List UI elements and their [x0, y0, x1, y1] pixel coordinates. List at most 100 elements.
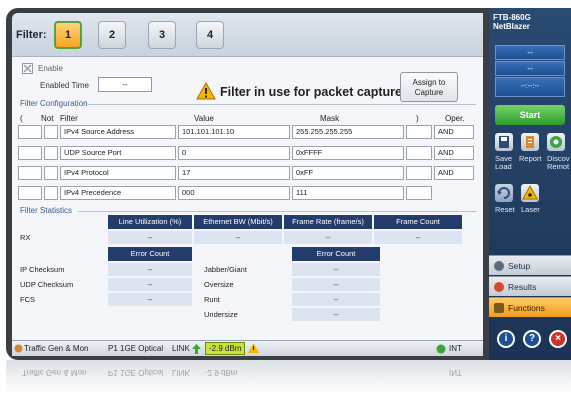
mask-field-cell[interactable]: 0xFF	[292, 166, 404, 180]
reset-icon[interactable]	[495, 184, 513, 202]
enable-checkbox[interactable]	[22, 63, 33, 74]
open-paren-cell[interactable]	[18, 125, 42, 139]
mask-field-cell[interactable]: 0xFFFF	[292, 146, 404, 160]
error-row-label: Runt	[204, 295, 220, 304]
oper-cell[interactable]: AND	[434, 146, 474, 160]
close-icon[interactable]: ×	[549, 330, 567, 348]
warning-message: Filter in use for packet capture	[220, 85, 402, 99]
assign-to-capture-button[interactable]: Assign to Capture	[400, 72, 458, 102]
functions-menu-button[interactable]: Functions	[489, 297, 571, 317]
info-icon[interactable]: i	[497, 330, 515, 348]
close-paren-cell[interactable]	[406, 166, 432, 180]
laser-icon[interactable]	[521, 184, 539, 202]
error-row-label: Undersize	[204, 310, 238, 319]
traffic-gen-icon	[14, 344, 23, 353]
gear-icon	[494, 261, 504, 271]
report-icon[interactable]	[521, 133, 539, 151]
right-control-panel: FTB-860G NetBlazer -- -- --:--:-- Start …	[489, 8, 571, 360]
error-row-value: --	[292, 308, 380, 321]
frame-count-header: Frame Count	[374, 215, 462, 229]
frame-rate-header: Frame Rate (frame/s)	[284, 215, 372, 229]
column-not: Not	[41, 114, 54, 123]
close-paren-cell[interactable]	[406, 186, 432, 200]
mask-field-cell[interactable]: 111	[292, 186, 404, 200]
filter-field-cell[interactable]: IPv4 Source Address	[60, 125, 176, 139]
value-field-cell[interactable]: 0	[178, 146, 290, 160]
link-up-arrow-icon	[192, 344, 201, 354]
error-row-value: --	[292, 293, 380, 306]
assign-label-line2: Capture	[414, 88, 444, 97]
open-paren-cell[interactable]	[18, 166, 42, 180]
not-checkbox[interactable]	[44, 125, 58, 139]
error-row-label: FCS	[20, 295, 35, 304]
filter-configuration-title: Filter Configuration	[20, 99, 88, 108]
value-field-cell[interactable]: 000	[178, 186, 290, 200]
filter-tab-2[interactable]: 2	[98, 21, 126, 49]
oper-cell[interactable]: AND	[434, 125, 474, 139]
rx-ethernet-bw: --	[194, 231, 282, 244]
device-family: NetBlazer	[493, 22, 530, 31]
not-checkbox[interactable]	[44, 166, 58, 180]
error-row-value: --	[292, 263, 380, 276]
not-checkbox[interactable]	[44, 146, 58, 160]
filter-tab-3[interactable]: 3	[148, 21, 176, 49]
open-paren-cell[interactable]	[18, 186, 42, 200]
filter-tab-1[interactable]: 1	[54, 21, 82, 49]
optical-power-badge: -2.9 dBm	[205, 342, 246, 355]
clock-sync-icon	[436, 344, 446, 354]
help-icon[interactable]: ?	[523, 330, 541, 348]
link-label: LINK	[172, 344, 190, 353]
setup-label: Setup	[508, 261, 531, 271]
error-row-value: --	[292, 278, 380, 291]
save-load-icon[interactable]	[495, 133, 513, 151]
enabled-time-field: --	[98, 77, 152, 92]
port-label: P1 1GE Optical	[108, 344, 164, 353]
functions-label: Functions	[508, 303, 545, 313]
enable-label: Enable	[38, 64, 63, 73]
mask-field-cell[interactable]: 255.255.255.255	[292, 125, 404, 139]
value-field-cell[interactable]: 17	[178, 166, 290, 180]
x-icon	[23, 64, 32, 73]
enabled-time-label: Enabled Time	[40, 81, 89, 90]
error-count-header: Error Count	[108, 247, 192, 261]
column-oper: Oper.	[445, 114, 465, 123]
error-row-label: IP Checksum	[20, 265, 65, 274]
device-model: FTB-860G	[493, 13, 531, 22]
discover-remote-label: Discov Remot	[547, 155, 570, 171]
open-paren-cell[interactable]	[18, 146, 42, 160]
rx-line-utilization: --	[108, 231, 192, 244]
filter-tab-4[interactable]: 4	[196, 21, 224, 49]
save-load-label: Save Load	[495, 155, 512, 171]
tools-icon	[494, 303, 504, 313]
line-utilization-header: Line Utilization (%)	[108, 215, 192, 229]
discover-remote-icon[interactable]	[547, 133, 565, 151]
ethernet-bw-header: Ethernet BW (Mbit/s)	[194, 215, 282, 229]
warning-icon	[196, 82, 216, 100]
filter-field-cell[interactable]: IPv4 Protocol	[60, 166, 176, 180]
remote-label: Remot	[547, 162, 570, 171]
start-button[interactable]: Start	[495, 105, 565, 125]
not-checkbox[interactable]	[44, 186, 58, 200]
setup-menu-button[interactable]: Setup	[489, 255, 571, 275]
floor-reflection: Traffic Gen & Mon P1 1GE Optical LINK -2…	[6, 360, 571, 394]
status-bar: Traffic Gen & Mon P1 1GE Optical LINK -2…	[12, 340, 483, 356]
error-row-label: Jabber/Giant	[204, 265, 247, 274]
results-menu-button[interactable]: Results	[489, 276, 571, 296]
rx-frame-count: --	[374, 231, 462, 244]
filter-field-cell[interactable]: IPv4 Precedence	[60, 186, 176, 200]
close-paren-cell[interactable]	[406, 146, 432, 160]
traffic-gen-mon-label: Traffic Gen & Mon	[24, 344, 89, 353]
elapsed-time: --:--:--	[495, 77, 565, 97]
filter-field-cell[interactable]: UDP Source Port	[60, 146, 176, 160]
column-value: Value	[194, 114, 214, 123]
column-mask: Mask	[320, 114, 340, 123]
column-close-paren: )	[416, 114, 419, 123]
status-field-2: --	[495, 61, 565, 76]
reflection-traffic: Traffic Gen & Mon	[22, 368, 87, 377]
error-row-label: Oversize	[204, 280, 234, 289]
close-paren-cell[interactable]	[406, 125, 432, 139]
filter-label: Filter:	[16, 29, 47, 41]
value-field-cell[interactable]: 101.101.101.10	[178, 125, 290, 139]
oper-cell[interactable]: AND	[434, 166, 474, 180]
section-divider	[88, 104, 476, 105]
